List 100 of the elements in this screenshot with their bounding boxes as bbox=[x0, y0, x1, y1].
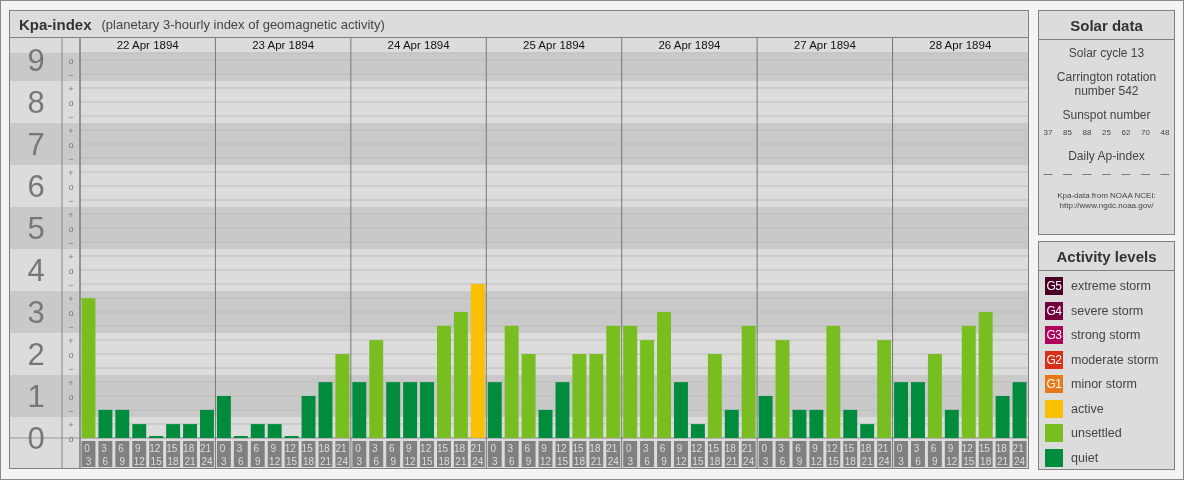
x-tick-label: 6 9 bbox=[795, 443, 803, 467]
scale-mark: + bbox=[68, 83, 74, 94]
hour-label: 15 18 bbox=[572, 441, 587, 467]
panel-title: Kpa-index bbox=[19, 15, 92, 33]
date-label: 27 Apr 1894 bbox=[793, 39, 856, 51]
scale-mark: o bbox=[68, 97, 74, 108]
storm-badge: G2 bbox=[1045, 350, 1063, 369]
x-tick-label: 3 6 bbox=[372, 443, 380, 467]
hour-label: 18 21 bbox=[183, 441, 197, 467]
scale-mark: o bbox=[68, 349, 74, 360]
kp-level-label: 5 bbox=[27, 211, 45, 246]
hour-label: 21 24 bbox=[200, 441, 214, 467]
scale-mark: o bbox=[68, 433, 74, 444]
scale-mark: o bbox=[68, 181, 74, 192]
sunspot-value: 37 bbox=[1043, 128, 1053, 137]
ap-value: — bbox=[1160, 169, 1170, 179]
sunspot-value: 62 bbox=[1121, 128, 1131, 137]
kp-level-label: 3 bbox=[27, 295, 45, 330]
hour-label: 0 3 bbox=[352, 441, 367, 467]
legend-label: active bbox=[1071, 401, 1104, 416]
scale-mark: + bbox=[68, 125, 74, 136]
x-tick-label: 0 3 bbox=[355, 443, 363, 467]
x-tick-label: 3 6 bbox=[778, 443, 786, 467]
sunspot-value: 85 bbox=[1063, 128, 1072, 137]
kp-level-label: 2 bbox=[27, 337, 45, 372]
sunspot-heading: Sunspot number bbox=[1061, 108, 1152, 122]
date-label: 25 Apr 1894 bbox=[523, 39, 585, 51]
x-tick-label: 3 6 bbox=[642, 443, 651, 467]
scale-mark: + bbox=[68, 251, 74, 262]
scale-mark: o bbox=[68, 55, 74, 66]
hour-label: 15 18 bbox=[843, 441, 858, 467]
solar-cycle-text: Solar cycle 13 bbox=[1067, 46, 1146, 60]
ap-value: — bbox=[1141, 169, 1150, 179]
x-tick-label: 0 3 bbox=[490, 443, 498, 467]
scale-mark: + bbox=[68, 209, 74, 220]
hour-label: 6 9 bbox=[657, 441, 671, 467]
hour-label: 21 24 bbox=[877, 441, 892, 467]
sunspot-value: 25 bbox=[1102, 128, 1111, 137]
legend-label: unsettled bbox=[1071, 426, 1122, 440]
storm-badge: G1 bbox=[1045, 375, 1063, 393]
hour-label: 12 15 bbox=[826, 441, 841, 467]
date-label: 26 Apr 1894 bbox=[658, 39, 721, 51]
scale-mark: o bbox=[68, 265, 74, 276]
x-tick-label: 3 6 bbox=[101, 443, 109, 467]
hour-label: 0 3 bbox=[894, 441, 908, 467]
hour-label: 9 12 bbox=[403, 441, 418, 467]
scale-mark: o bbox=[68, 391, 74, 402]
legend-label: severe storm bbox=[1071, 303, 1144, 318]
ap-value: — bbox=[1082, 169, 1092, 179]
hour-label: 15 18 bbox=[437, 441, 451, 467]
source-url: http://www.ngdc.noaa.gov/ bbox=[1058, 201, 1155, 211]
ap-value: — bbox=[1063, 169, 1072, 179]
scale-mark: + bbox=[68, 335, 74, 346]
scale-mark: + bbox=[68, 293, 74, 304]
x-tick-label: 6 9 bbox=[118, 443, 126, 467]
date-label: 23 Apr 1894 bbox=[252, 39, 315, 51]
scale-mark: − bbox=[68, 321, 74, 332]
hour-label: 18 21 bbox=[860, 441, 875, 467]
hour-label: 18 21 bbox=[589, 441, 604, 467]
hour-label: 9 12 bbox=[674, 441, 688, 467]
scale-mark: o bbox=[68, 139, 74, 150]
hour-label: 3 6 bbox=[369, 441, 384, 467]
carrington-text: Carrington rotation number 542 bbox=[1055, 70, 1158, 98]
panel-title: Solar data bbox=[1039, 11, 1174, 40]
scale-mark: − bbox=[68, 111, 74, 122]
x-tick-label: 6 9 bbox=[524, 443, 532, 467]
x-tick-label: 6 9 bbox=[253, 443, 261, 467]
storm-badge: G4 bbox=[1045, 301, 1063, 320]
hour-label: 21 24 bbox=[335, 441, 350, 467]
kp-level-label: 0 bbox=[27, 421, 45, 456]
sunspot-value: 70 bbox=[1141, 128, 1150, 137]
kp-level-label: 4 bbox=[27, 253, 45, 288]
scale-mark: − bbox=[68, 69, 74, 80]
scale-mark: + bbox=[68, 377, 74, 388]
ap-value: — bbox=[1121, 169, 1131, 179]
hour-label: 6 9 bbox=[115, 441, 130, 467]
legend-label: strong storm bbox=[1071, 328, 1141, 342]
x-tick-label: 6 9 bbox=[389, 443, 397, 467]
scale-mark: o bbox=[68, 223, 74, 234]
panel-title: Activity levels bbox=[1039, 242, 1174, 271]
legend-label: moderate storm bbox=[1071, 352, 1159, 367]
hour-label: 21 24 bbox=[606, 441, 621, 467]
hour-label: 6 9 bbox=[386, 441, 401, 467]
kp-level-label: 7 bbox=[27, 127, 45, 162]
hour-label: 3 6 bbox=[98, 441, 113, 467]
legend-label: minor storm bbox=[1071, 377, 1137, 391]
scale-mark: − bbox=[68, 153, 74, 164]
hour-label: 12 15 bbox=[420, 441, 434, 467]
scale-mark: o bbox=[68, 307, 74, 318]
storm-badge: G5 bbox=[1045, 277, 1063, 295]
scale-mark: − bbox=[68, 195, 74, 206]
kp-level-label: 8 bbox=[27, 85, 45, 120]
scale-mark: + bbox=[68, 167, 74, 178]
x-tick-label: 3 6 bbox=[507, 443, 515, 467]
hour-label: 3 6 bbox=[911, 441, 925, 467]
kp-level-label: 6 bbox=[27, 169, 45, 204]
hour-label: 12 15 bbox=[149, 441, 164, 467]
storm-badge: G3 bbox=[1045, 326, 1063, 344]
hour-label: 9 12 bbox=[809, 441, 824, 467]
scale-mark: − bbox=[68, 237, 74, 248]
